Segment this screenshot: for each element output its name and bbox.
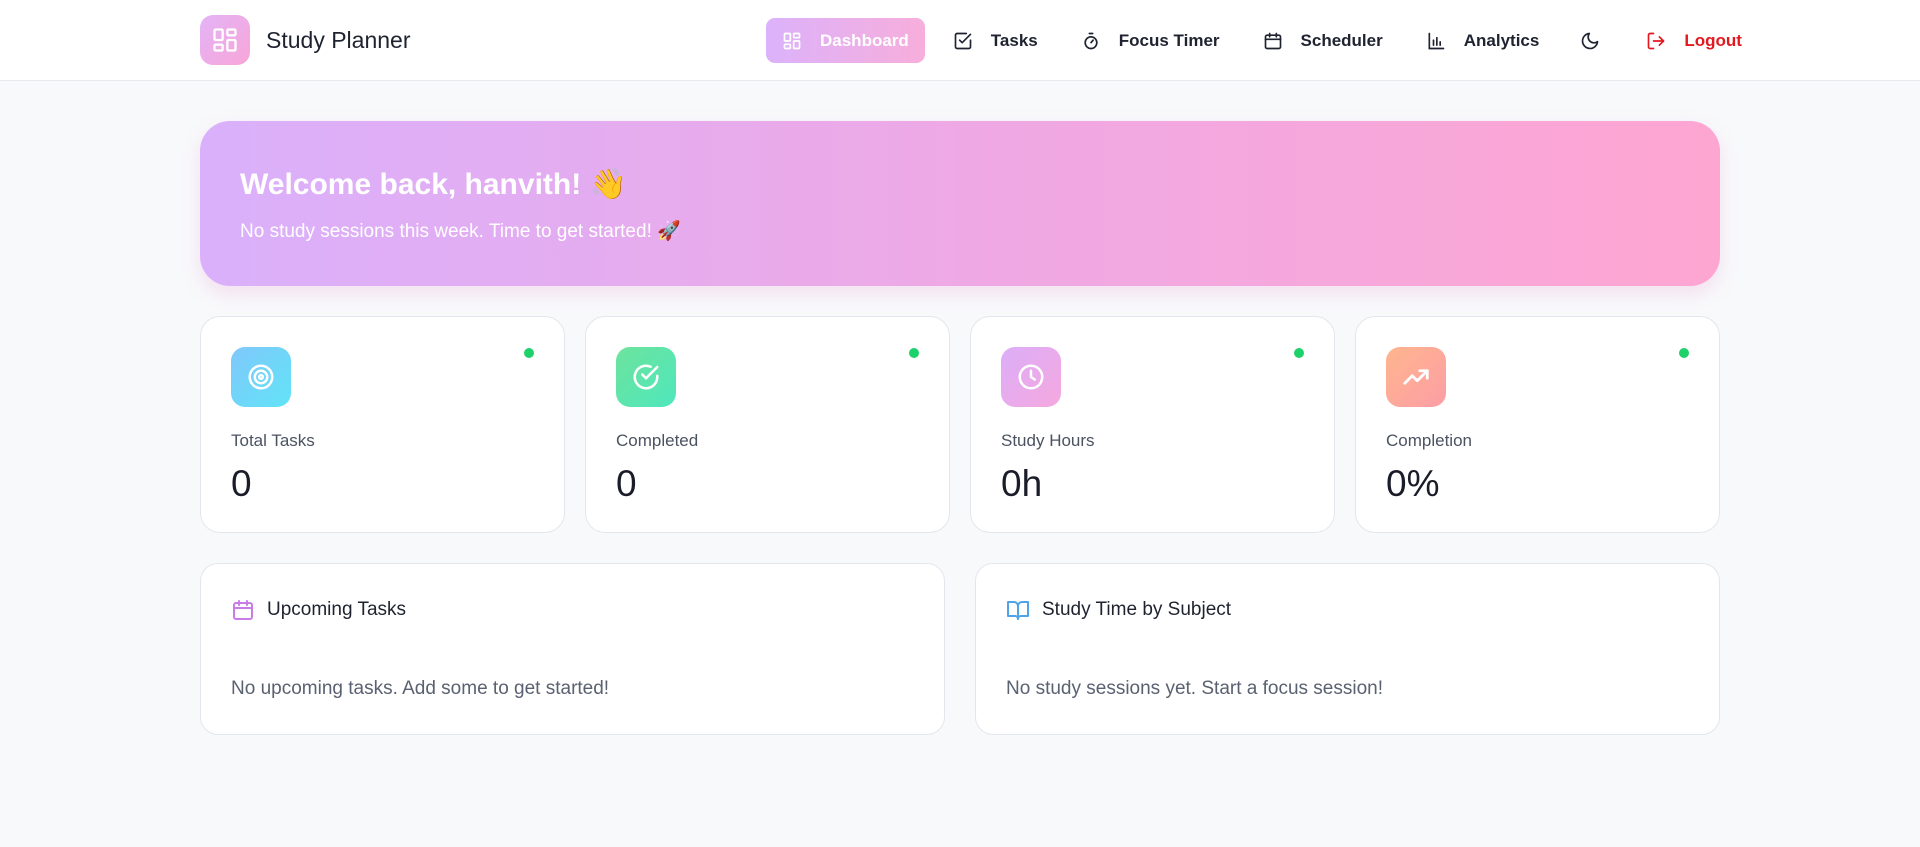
welcome-banner: Welcome back, hanvith! 👋 No study sessio… bbox=[200, 121, 1720, 286]
app-title: Study Planner bbox=[266, 26, 411, 53]
status-dot bbox=[1294, 348, 1304, 358]
nav-label: Analytics bbox=[1463, 30, 1540, 50]
nav-label: Tasks bbox=[990, 30, 1038, 50]
brand[interactable]: Study Planner bbox=[200, 15, 410, 65]
trending-up-icon bbox=[1386, 347, 1446, 407]
stat-value: 0 bbox=[616, 463, 637, 504]
nav-label: Scheduler bbox=[1300, 30, 1383, 50]
panel-title: Upcoming Tasks bbox=[267, 599, 407, 620]
target-icon bbox=[231, 347, 291, 407]
calendar-icon bbox=[1264, 32, 1281, 49]
grid-icon bbox=[200, 15, 250, 65]
status-dot bbox=[524, 348, 534, 358]
grid-icon bbox=[783, 32, 801, 49]
moon-icon bbox=[1582, 32, 1599, 49]
empty-state-text: No study sessions yet. Start a focus ses… bbox=[1006, 678, 1384, 699]
checkbox-icon bbox=[954, 32, 972, 49]
stat-label: Completed bbox=[616, 431, 699, 450]
logout-label: Logout bbox=[1684, 30, 1742, 50]
stat-label: Completion bbox=[1386, 431, 1472, 450]
top-navigation-bar: Study Planner Dashboard Tasks Focus Time… bbox=[0, 0, 1920, 81]
stat-value: 0% bbox=[1386, 463, 1440, 504]
status-dot bbox=[1679, 348, 1689, 358]
panel-title: Study Time by Subject bbox=[1042, 599, 1232, 620]
calendar-icon bbox=[233, 600, 253, 620]
panel-header: Study Time by Subject bbox=[1006, 598, 1231, 622]
nav-tasks[interactable]: Tasks bbox=[937, 18, 1054, 63]
status-dot bbox=[909, 348, 919, 358]
empty-state-text: No upcoming tasks. Add some to get start… bbox=[231, 678, 610, 699]
stat-card-study-hours: Study Hours 0h bbox=[970, 316, 1335, 533]
main-nav: Dashboard Tasks Focus Timer Scheduler An… bbox=[766, 18, 1769, 63]
logout-button[interactable]: Logout bbox=[1630, 18, 1758, 63]
study-time-by-subject-panel: Study Time by Subject No study sessions … bbox=[975, 563, 1720, 735]
welcome-subtitle: No study sessions this week. Time to get… bbox=[240, 221, 681, 242]
logout-icon bbox=[1647, 32, 1665, 49]
nav-focus-timer[interactable]: Focus Timer bbox=[1065, 18, 1236, 63]
nav-label: Dashboard bbox=[820, 30, 909, 50]
stat-label: Total Tasks bbox=[231, 431, 315, 450]
theme-toggle-button[interactable] bbox=[1566, 18, 1614, 63]
panel-header: Upcoming Tasks bbox=[231, 598, 406, 622]
stat-card-completed: Completed 0 bbox=[585, 316, 950, 533]
book-open-icon bbox=[1007, 601, 1029, 620]
stat-card-total-tasks: Total Tasks 0 bbox=[200, 316, 565, 533]
stat-value: 0h bbox=[1001, 463, 1043, 504]
nav-dashboard[interactable]: Dashboard bbox=[766, 18, 925, 63]
nav-scheduler[interactable]: Scheduler bbox=[1247, 18, 1399, 63]
stopwatch-icon bbox=[1084, 32, 1098, 49]
stat-label: Study Hours bbox=[1001, 431, 1095, 450]
welcome-title: Welcome back, hanvith! 👋 bbox=[240, 168, 627, 201]
check-circle-icon bbox=[616, 347, 676, 407]
stat-value: 0 bbox=[231, 463, 252, 504]
upcoming-tasks-panel: Upcoming Tasks No upcoming tasks. Add so… bbox=[200, 563, 945, 735]
bar-chart-icon bbox=[1428, 32, 1445, 49]
nav-analytics[interactable]: Analytics bbox=[1410, 18, 1556, 63]
nav-label: Focus Timer bbox=[1118, 30, 1220, 50]
stat-card-completion: Completion 0% bbox=[1355, 316, 1720, 533]
clock-icon bbox=[1001, 347, 1061, 407]
